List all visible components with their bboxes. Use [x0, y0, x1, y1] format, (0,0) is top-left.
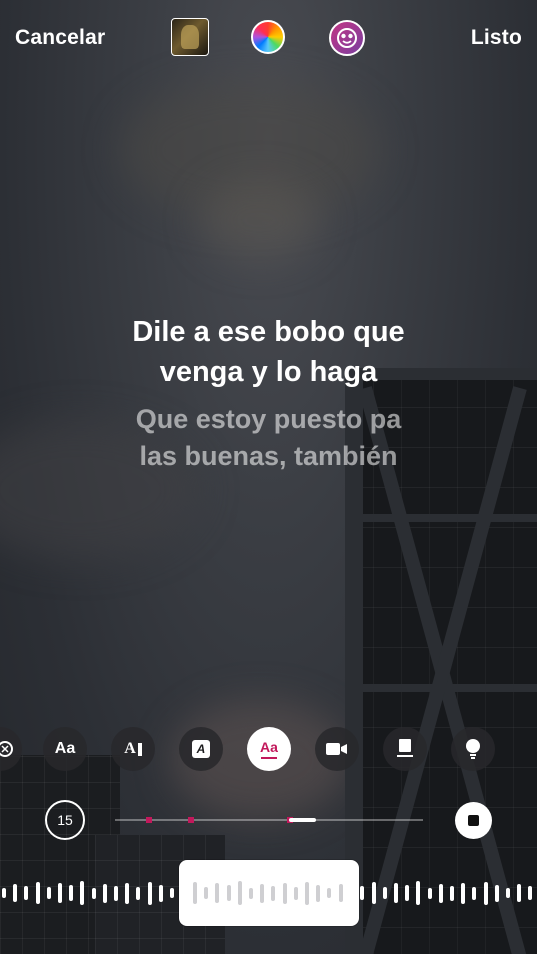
background-cloud	[200, 180, 320, 260]
text-underline-icon: Aa	[260, 740, 278, 759]
clip-selector-handle[interactable]	[179, 860, 359, 926]
waveform-bar	[405, 885, 410, 901]
done-button[interactable]: Listo	[471, 26, 522, 50]
text-box-label: A	[196, 742, 206, 756]
style-video-button[interactable]	[315, 727, 359, 771]
lyric-style-picker: Aa A A Aa	[0, 727, 537, 771]
color-wheel-icon[interactable]	[251, 20, 285, 54]
style-underline-button[interactable]: Aa	[247, 727, 291, 771]
stop-button[interactable]	[455, 802, 492, 839]
waveform-bar	[416, 881, 421, 905]
waveform-bar	[438, 883, 443, 903]
cancel-button[interactable]: Cancelar	[15, 26, 105, 50]
style-box-button[interactable]: A	[179, 727, 223, 771]
playhead-progress[interactable]	[289, 818, 316, 822]
text-size-icon: Aa	[54, 740, 76, 757]
waveform-bar	[24, 886, 29, 900]
lyric-text: venga y lo haga	[159, 356, 378, 388]
waveform-bar	[102, 883, 107, 903]
lyric-marker[interactable]	[188, 817, 194, 823]
waveform-bar	[136, 886, 141, 900]
waveform-bar	[69, 885, 74, 901]
video-icon	[326, 743, 347, 755]
waveform-bar	[46, 887, 51, 899]
style-bar-button[interactable]: A	[111, 727, 155, 771]
top-bar: Cancelar Listo	[0, 0, 537, 76]
waveform-bar	[80, 881, 85, 905]
style-card-button[interactable]	[383, 727, 427, 771]
card-icon	[397, 739, 413, 757]
waveform-bar	[147, 881, 152, 905]
text-bar-label: A	[124, 740, 136, 757]
waveform-bar	[158, 884, 163, 902]
waveform-bar	[338, 884, 343, 902]
lyric-text: Que estoy puesto pa	[135, 404, 402, 434]
timeline: 15	[0, 800, 537, 840]
waveform-bar	[528, 886, 533, 900]
waveform-bar	[204, 887, 209, 899]
waveform-bar	[494, 884, 499, 902]
waveform-bar	[35, 882, 40, 904]
waveform-bar	[13, 884, 18, 902]
waveform-bar	[394, 883, 398, 903]
text-bar-icon: A	[124, 740, 142, 758]
waveform-bar	[114, 885, 118, 901]
waveform-bar	[271, 885, 276, 901]
waveform-bar	[170, 888, 174, 898]
waveform-bar	[327, 888, 332, 898]
duration-button[interactable]: 15	[45, 800, 85, 840]
sticker-effect-icon[interactable]	[329, 20, 365, 56]
text-underline-label: Aa	[260, 738, 278, 755]
style-size-button[interactable]: Aa	[43, 727, 87, 771]
waveform-bar	[506, 888, 510, 898]
waveform-bar	[237, 881, 242, 905]
waveform-bar	[226, 885, 231, 901]
waveform-bar	[125, 882, 130, 904]
lyrics-editor-screen: Cancelar Listo Dile a ese bobo que venga…	[0, 0, 537, 954]
waveform-bar	[483, 881, 488, 905]
bulb-icon	[466, 739, 480, 759]
waveform-bar	[371, 882, 376, 904]
waveform-bar	[517, 884, 522, 902]
waveform-bar	[360, 886, 365, 900]
lyric-marker[interactable]	[146, 817, 152, 823]
waveform-bar	[461, 882, 466, 904]
next-lyric-line: Que estoy puesto pa las buenas, también	[0, 401, 537, 475]
waveform-bar	[249, 887, 253, 899]
text-box-icon: A	[192, 740, 210, 758]
waveform-bar	[2, 888, 6, 898]
waveform-bar	[382, 887, 387, 899]
waveform-bar	[316, 884, 321, 902]
waveform-bar	[472, 886, 477, 900]
album-cover-thumbnail[interactable]	[171, 18, 209, 56]
waveform-bar	[193, 882, 197, 904]
partial-style-button[interactable]	[0, 727, 22, 771]
waveform-bar	[215, 883, 220, 903]
waveform-bar	[58, 883, 62, 903]
waveform-bar	[305, 881, 309, 905]
waveform-bar	[293, 886, 298, 900]
active-lyric-line[interactable]: Dile a ese bobo que venga y lo haga	[0, 312, 537, 392]
lyric-text: las buenas, también	[139, 441, 398, 471]
waveform-bar	[427, 887, 432, 899]
waveform-bar	[260, 883, 265, 903]
lyric-text: Dile a ese bobo que	[132, 316, 405, 348]
waveform-bar	[450, 885, 454, 901]
style-bulb-button[interactable]	[451, 727, 495, 771]
timeline-track[interactable]	[115, 817, 423, 823]
waveform-bar	[91, 887, 96, 899]
partial-icon	[0, 741, 13, 757]
stop-icon	[468, 815, 479, 826]
waveform-bar	[282, 882, 287, 904]
